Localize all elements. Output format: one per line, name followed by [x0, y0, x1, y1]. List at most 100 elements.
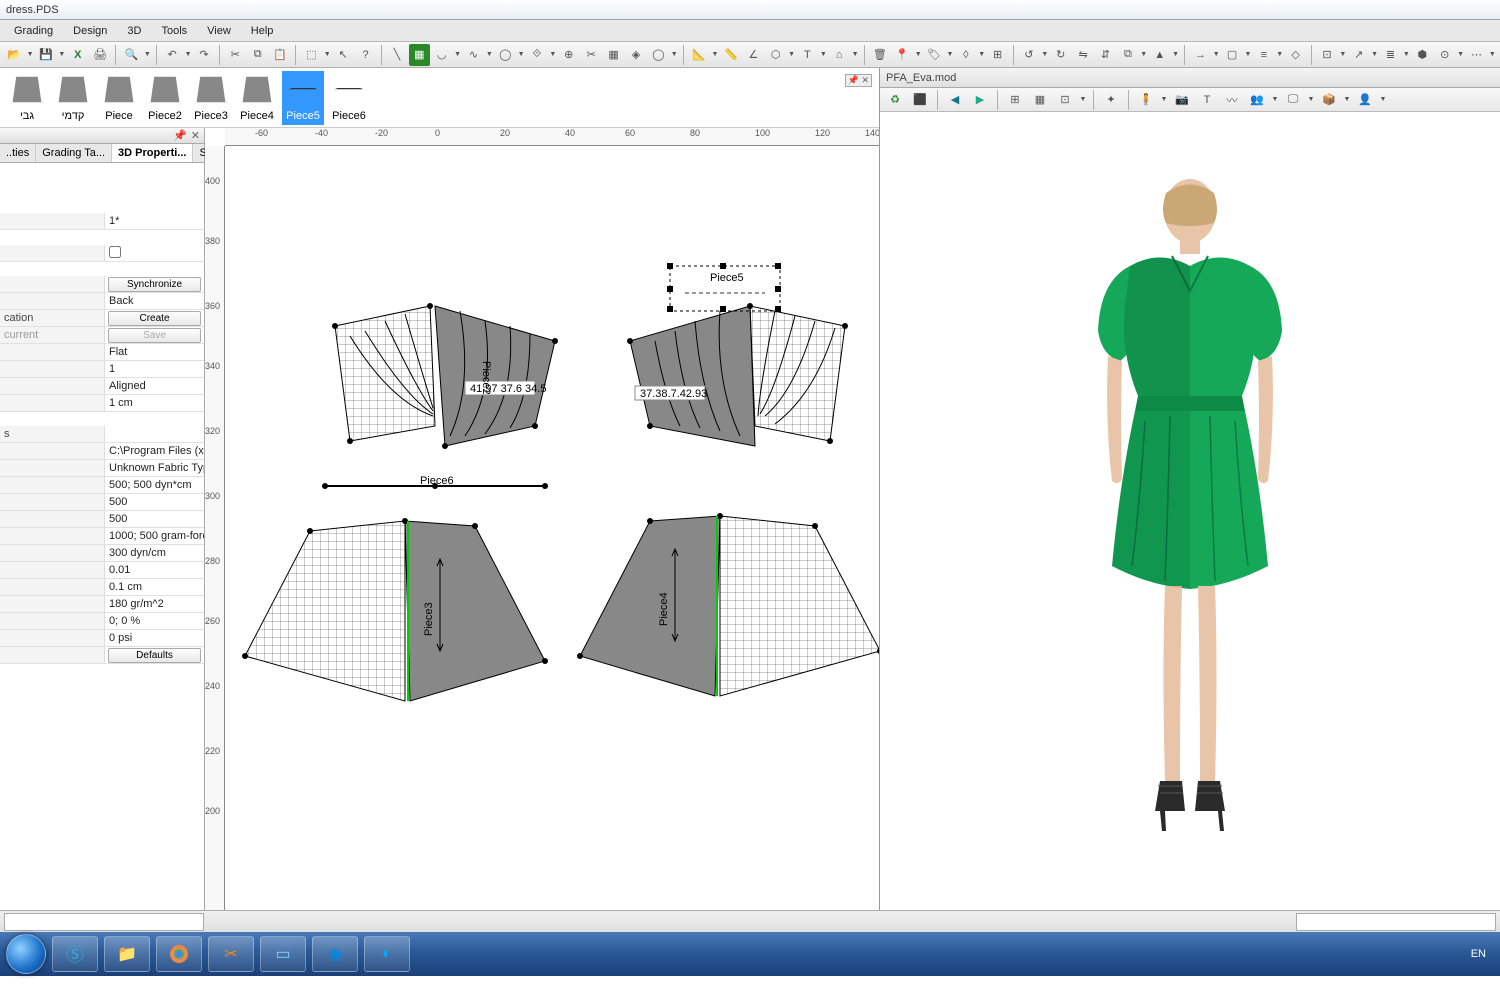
- pattern-piece[interactable]: 41.97 37.6 34.5 Piece2: [305, 296, 585, 476]
- help-icon[interactable]: ?: [355, 44, 375, 66]
- defaults-button[interactable]: Defaults: [108, 648, 201, 663]
- layers-icon[interactable]: ≣: [1380, 44, 1400, 66]
- undo-icon[interactable]: ↶: [162, 44, 182, 66]
- taskbar-app2[interactable]: ▭: [260, 936, 306, 972]
- print-icon[interactable]: 🖨: [90, 44, 110, 66]
- taskbar-skype[interactable]: Ⓢ: [52, 936, 98, 972]
- language-indicator[interactable]: EN: [1471, 948, 1486, 960]
- zoom-icon[interactable]: 🔍: [121, 44, 141, 66]
- wave-icon[interactable]: 〰: [1221, 89, 1243, 111]
- point-icon[interactable]: ⊕: [559, 44, 579, 66]
- selection-box[interactable]: Piece5: [665, 261, 785, 321]
- pattern-piece3[interactable]: Piece3: [240, 501, 550, 711]
- compass-icon[interactable]: ⊙: [1434, 44, 1454, 66]
- diamond-icon[interactable]: ◇: [1285, 44, 1305, 66]
- angle-icon[interactable]: ∠: [743, 44, 763, 66]
- start-button[interactable]: [6, 934, 46, 974]
- save-icon[interactable]: 💾: [36, 44, 56, 66]
- tab-3d-properties[interactable]: 3D Properti...: [112, 144, 193, 162]
- view3-icon[interactable]: ⊡: [1054, 89, 1076, 111]
- stop-icon[interactable]: ⬛: [909, 89, 931, 111]
- rect-icon[interactable]: ▦: [409, 44, 429, 66]
- copy-icon[interactable]: ⧉: [247, 44, 267, 66]
- redo-icon[interactable]: ↷: [194, 44, 214, 66]
- taskbar-app3[interactable]: ◐: [364, 936, 410, 972]
- group2-icon[interactable]: 👥: [1246, 89, 1268, 111]
- taskbar-teamviewer[interactable]: ◉: [312, 936, 358, 972]
- text-icon[interactable]: T: [797, 44, 817, 66]
- 3d-viewport[interactable]: [880, 112, 1500, 910]
- arrow2-icon[interactable]: ↗: [1349, 44, 1369, 66]
- close-icon[interactable]: ✕: [189, 129, 202, 142]
- tool4-icon[interactable]: ◊: [956, 44, 976, 66]
- menu-tools[interactable]: Tools: [151, 22, 197, 40]
- system-tray[interactable]: EN: [1471, 948, 1494, 960]
- stack-icon[interactable]: ≡: [1254, 44, 1274, 66]
- tri-icon[interactable]: ▲: [1149, 44, 1169, 66]
- menu-grading[interactable]: Grading: [4, 22, 63, 40]
- home-icon[interactable]: ⌂: [829, 44, 849, 66]
- play-icon[interactable]: ▶: [969, 89, 991, 111]
- measure-icon[interactable]: 📐: [689, 44, 709, 66]
- view2-icon[interactable]: ▦: [1029, 89, 1051, 111]
- prev-icon[interactable]: ◀: [944, 89, 966, 111]
- circle-icon[interactable]: ◯: [495, 44, 515, 66]
- piece-item[interactable]: Piece4: [236, 71, 278, 125]
- box2-icon[interactable]: 📦: [1318, 89, 1340, 111]
- piece-item[interactable]: Piece: [98, 71, 140, 125]
- piece-item[interactable]: Piece2: [144, 71, 186, 125]
- mirror-icon[interactable]: ⧉: [1118, 44, 1138, 66]
- rotate-cw-icon[interactable]: ↻: [1050, 44, 1070, 66]
- tool2-icon[interactable]: ◈: [626, 44, 646, 66]
- dots-icon[interactable]: ⋯: [1466, 44, 1486, 66]
- delete-icon[interactable]: 🗑: [870, 44, 890, 66]
- taskbar-chrome[interactable]: [156, 936, 202, 972]
- synchronize-button[interactable]: Synchronize: [108, 277, 201, 292]
- pattern-canvas[interactable]: -60 -40 -20 0 20 40 60 80 100 120 140 40…: [205, 128, 879, 910]
- ellipse-icon[interactable]: ◯: [648, 44, 668, 66]
- rotate-ccw-icon[interactable]: ↺: [1019, 44, 1039, 66]
- menu-help[interactable]: Help: [241, 22, 284, 40]
- line-icon[interactable]: ╲: [387, 44, 407, 66]
- pattern-piece4[interactable]: Piece4: [575, 496, 879, 706]
- taskbar-app1[interactable]: ✂: [208, 936, 254, 972]
- excel-icon[interactable]: X: [68, 44, 88, 66]
- piece-item[interactable]: גבי: [6, 71, 48, 125]
- create-button[interactable]: Create: [108, 311, 201, 326]
- pointer-icon[interactable]: ↖: [333, 44, 353, 66]
- pin-icon[interactable]: 📍: [892, 44, 912, 66]
- align-icon[interactable]: ⊞: [987, 44, 1007, 66]
- tab-properties[interactable]: ..ties: [0, 144, 36, 162]
- box-icon[interactable]: ▢: [1222, 44, 1242, 66]
- flip-v-icon[interactable]: ⇵: [1095, 44, 1115, 66]
- menu-3d[interactable]: 3D: [117, 22, 151, 40]
- flip-h-icon[interactable]: ⇋: [1073, 44, 1093, 66]
- piece-item[interactable]: Piece6: [328, 71, 370, 125]
- scissors2-icon[interactable]: ✂: [581, 44, 601, 66]
- text2-icon[interactable]: T: [1196, 89, 1218, 111]
- ruler-icon[interactable]: 📏: [721, 44, 741, 66]
- menu-view[interactable]: View: [197, 22, 241, 40]
- grid-icon[interactable]: ▦: [603, 44, 623, 66]
- tool3-icon[interactable]: ⬡: [765, 44, 785, 66]
- open-icon[interactable]: 📂: [4, 44, 24, 66]
- arrow-r-icon[interactable]: →: [1190, 44, 1210, 66]
- piece-item[interactable]: Piece3: [190, 71, 232, 125]
- piece-item[interactable]: קדמי: [52, 71, 94, 125]
- pattern-piece6[interactable]: Piece6: [320, 476, 550, 496]
- command-input[interactable]: [4, 913, 204, 931]
- avatar-icon[interactable]: 🧍: [1135, 89, 1157, 111]
- pin-icon[interactable]: 📌: [171, 129, 189, 142]
- group-icon[interactable]: ⊡: [1317, 44, 1337, 66]
- pattern-piece[interactable]: 37.38.7.42.93: [600, 296, 879, 476]
- view1-icon[interactable]: ⊞: [1004, 89, 1026, 111]
- taskbar-explorer[interactable]: 📁: [104, 936, 150, 972]
- recycle-icon[interactable]: ♻: [884, 89, 906, 111]
- select-icon[interactable]: ⬚: [301, 44, 321, 66]
- tool5-icon[interactable]: ⬢: [1412, 44, 1432, 66]
- person-icon[interactable]: 👤: [1354, 89, 1376, 111]
- paste-icon[interactable]: 📋: [270, 44, 290, 66]
- arc-icon[interactable]: ◡: [432, 44, 452, 66]
- tool1-icon[interactable]: ⟐: [527, 44, 547, 66]
- piece-item-selected[interactable]: Piece5: [282, 71, 324, 125]
